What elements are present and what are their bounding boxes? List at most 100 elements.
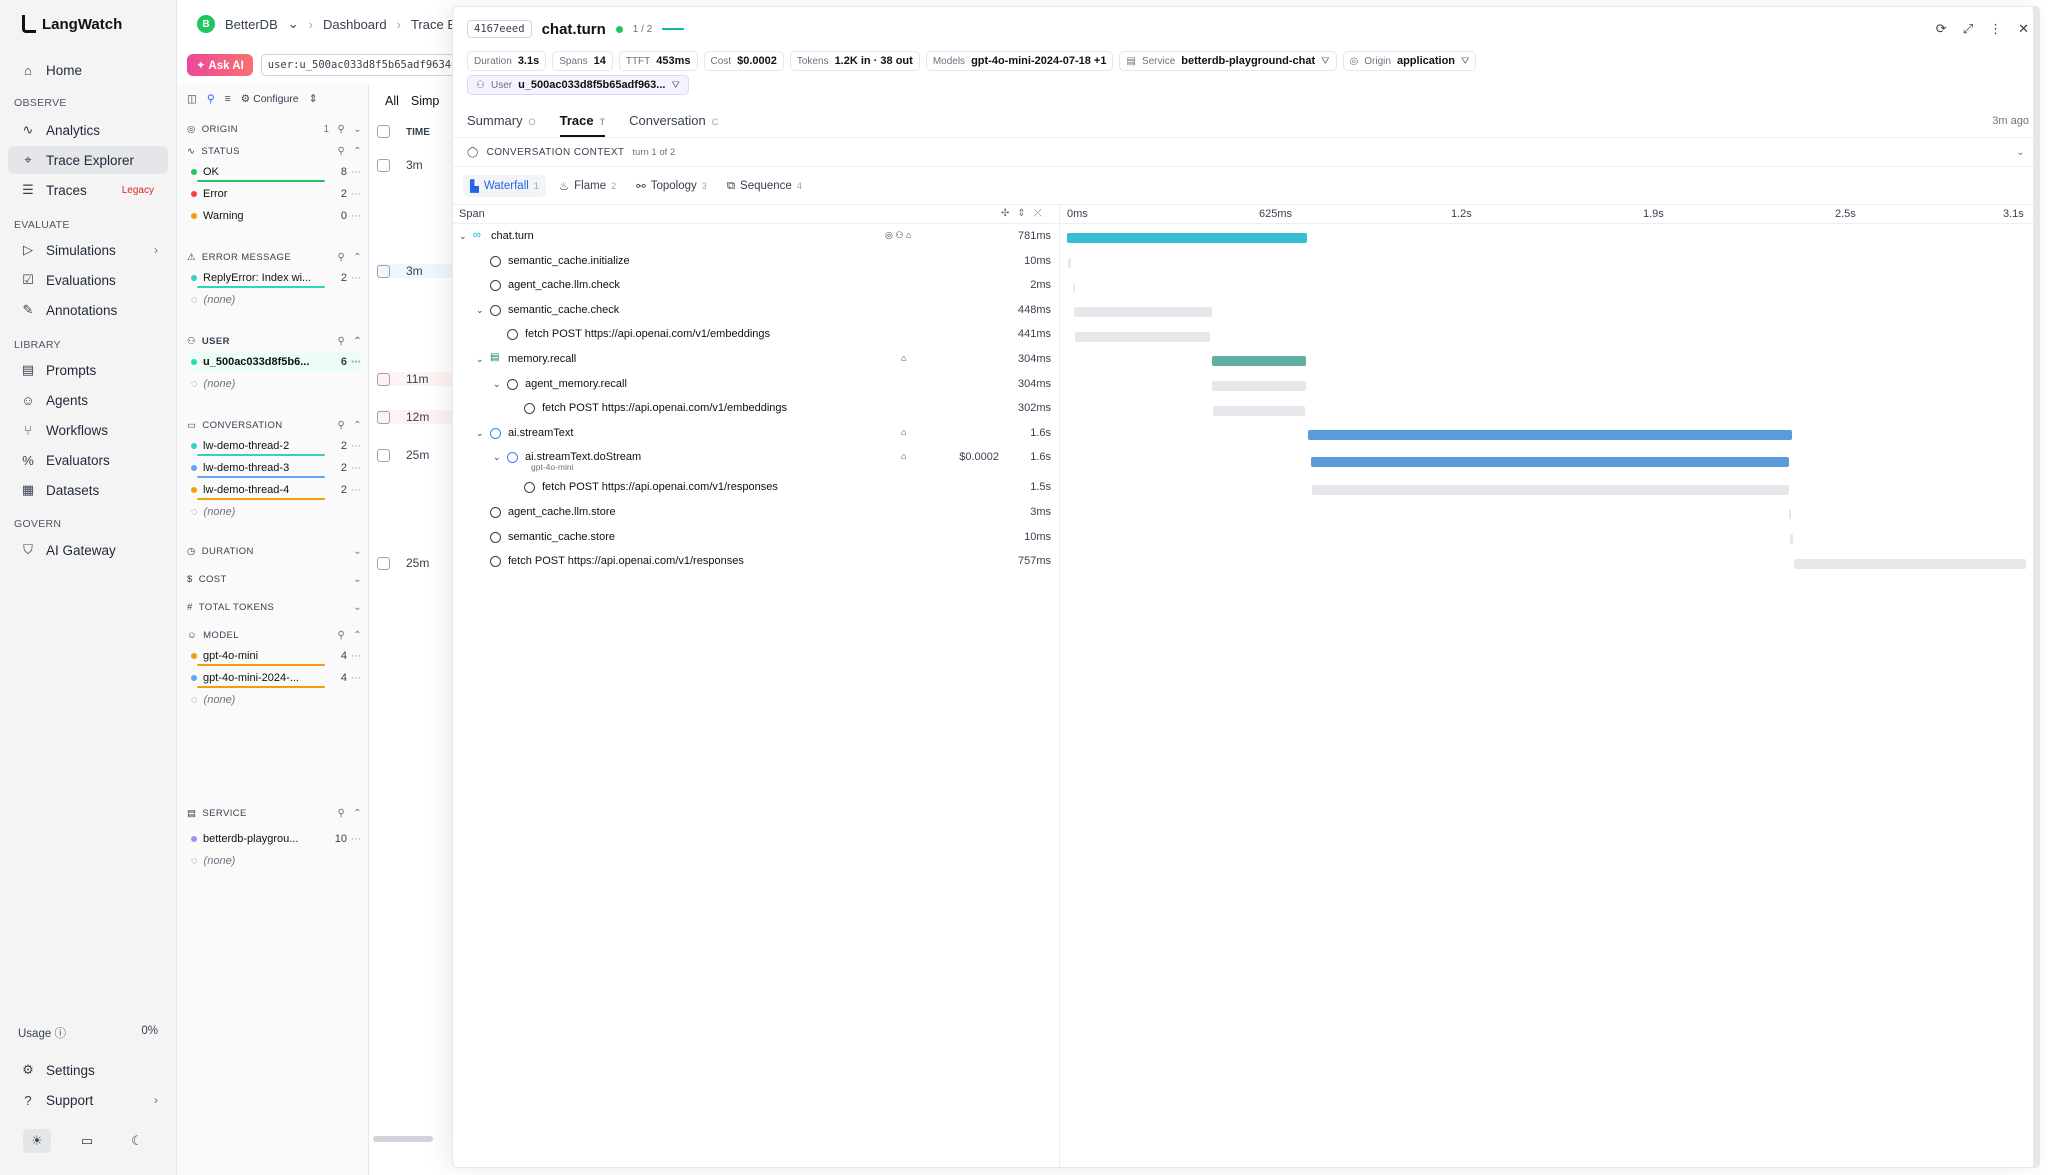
tab-trace[interactable]: Trace T: [559, 105, 606, 137]
span-row[interactable]: ⌄ ai.streamText ⌂ 1.6s: [453, 422, 1059, 446]
expand-all-icon[interactable]: ⇕: [1017, 208, 1025, 219]
span-row[interactable]: fetch POST https://api.openai.com/v1/emb…: [453, 397, 1059, 421]
chevron-down-icon[interactable]: ⌄: [493, 452, 501, 463]
facet-value-none[interactable]: ◌ (none): [191, 690, 361, 710]
chevron-down-icon[interactable]: ⌄: [353, 602, 362, 613]
more-icon[interactable]: ⋯: [351, 357, 361, 368]
metric-origin[interactable]: ◎ Origin application ⛛: [1342, 51, 1477, 71]
facet-cost[interactable]: $ COST ⌄: [187, 570, 362, 588]
row-checkbox[interactable]: [377, 265, 390, 279]
span-row[interactable]: fetch POST https://api.openai.com/v1/emb…: [453, 323, 1059, 347]
tab-summary[interactable]: Summary O: [467, 105, 536, 135]
moon-icon[interactable]: ☾: [123, 1129, 151, 1153]
span-row[interactable]: ⌄ ai.streamText.doStream gpt-4o-mini ⌂ $0.00…: [453, 446, 1059, 472]
chevron-up-icon[interactable]: ⌃: [353, 630, 362, 641]
row-checkbox[interactable]: [377, 411, 390, 425]
span-bar[interactable]: [1793, 558, 2027, 569]
table-row[interactable]: 25m: [377, 556, 457, 571]
facet-model[interactable]: ☺ MODEL ⚲ ⌃: [187, 626, 362, 644]
refresh-icon[interactable]: ⟳: [1936, 21, 1947, 37]
nav-simulations[interactable]: ▷ Simulations ›: [8, 236, 168, 264]
facet-value-service[interactable]: betterdb-playgrou... 10 ⋯: [191, 829, 361, 849]
more-icon[interactable]: ⋯: [351, 211, 361, 222]
facet-value-thread-3[interactable]: lw-demo-thread-3 2 ⋯: [191, 458, 361, 478]
span-row[interactable]: agent_cache.llm.check 2ms: [453, 274, 1059, 298]
facet-value-none[interactable]: ◌ (none): [191, 851, 361, 871]
chevron-down-icon[interactable]: ⌄: [493, 379, 501, 390]
span-bar[interactable]: [1074, 331, 1211, 342]
facet-conversation[interactable]: ▭ CONVERSATION ⚲ ⌃: [187, 416, 362, 434]
usage-meter[interactable]: Usage ⓘ 0%: [18, 1025, 158, 1041]
table-row[interactable]: 11m: [377, 372, 457, 387]
chevron-up-icon[interactable]: ⌃: [353, 808, 362, 819]
metric-service[interactable]: ▤ Service betterdb-playground-chat ⛛: [1119, 51, 1337, 71]
tab-flame[interactable]: ♨ Flame 2: [552, 175, 623, 197]
search-icon[interactable]: ⚲: [337, 420, 345, 431]
span-row[interactable]: fetch POST https://api.openai.com/v1/res…: [453, 476, 1059, 500]
more-icon[interactable]: ⋯: [351, 673, 361, 684]
filter-icon[interactable]: ⛛: [1321, 56, 1329, 67]
logo[interactable]: LangWatch: [22, 12, 122, 36]
facet-value-none[interactable]: ◌ (none): [191, 502, 361, 522]
pane-divider[interactable]: [1059, 204, 1060, 1167]
search-icon[interactable]: ⚲: [337, 124, 345, 135]
span-bar[interactable]: [1067, 233, 1307, 244]
span-row[interactable]: semantic_cache.initialize 10ms: [453, 250, 1059, 274]
table-row[interactable]: 25m: [377, 448, 457, 463]
chevron-up-icon[interactable]: ⌃: [353, 336, 362, 347]
facet-value-model-1[interactable]: gpt-4o-mini 4 ⋯: [191, 646, 361, 666]
span-bar[interactable]: [1067, 257, 1071, 268]
nav-datasets[interactable]: ▦ Datasets: [8, 476, 168, 504]
updown-icon[interactable]: ⇕: [309, 93, 318, 105]
project-selector[interactable]: BetterDB: [225, 17, 278, 32]
chevron-down-icon[interactable]: ⌄: [353, 124, 362, 135]
monitor-icon[interactable]: ▭: [73, 1129, 101, 1153]
more-icon[interactable]: ⋯: [351, 834, 361, 845]
ask-ai-button[interactable]: ✦ Ask AI: [187, 54, 253, 76]
search-icon[interactable]: ⚲: [337, 630, 345, 641]
span-bar[interactable]: [1212, 380, 1306, 391]
select-all-checkbox[interactable]: [377, 125, 390, 139]
nav-evaluations[interactable]: ☑ Evaluations: [8, 266, 168, 294]
chevron-down-icon[interactable]: ⌄: [288, 16, 299, 32]
vertical-scrollbar[interactable]: [2033, 7, 2039, 1167]
collapse-icon[interactable]: ✣: [1001, 208, 1009, 219]
search-icon[interactable]: ⚲: [337, 252, 345, 263]
tab-topology[interactable]: ⚯ Topology 3: [629, 175, 714, 197]
sun-icon[interactable]: ☀: [23, 1129, 51, 1153]
span-row[interactable]: ⌄ agent_memory.recall 304ms: [453, 373, 1059, 397]
facet-value-user[interactable]: u_500ac033d8f5b6... 6 ⋯: [191, 352, 361, 372]
search-query-input[interactable]: user:u_500ac033d8f5b65adf96346: [260, 54, 461, 76]
chevron-up-icon[interactable]: ⌃: [353, 146, 362, 157]
span-bar[interactable]: [1212, 356, 1306, 367]
more-vertical-icon[interactable]: ⋮: [1989, 21, 2002, 37]
nav-traces[interactable]: ☰ Traces Legacy: [8, 176, 168, 204]
nav-support[interactable]: ? Support ›: [8, 1086, 168, 1114]
nav-agents[interactable]: ☺ Agents: [8, 386, 168, 414]
chevron-down-icon[interactable]: ⌄: [476, 428, 484, 439]
chevron-down-icon[interactable]: ⌄: [476, 354, 484, 365]
tab-waterfall[interactable]: ▙ Waterfall 1: [463, 175, 546, 197]
facet-error-message[interactable]: ⚠ ERROR MESSAGE ⚲ ⌃: [187, 248, 362, 266]
span-row[interactable]: semantic_cache.store 10ms: [453, 526, 1059, 550]
nav-analytics[interactable]: ∿ Analytics: [8, 116, 168, 144]
chevron-down-icon[interactable]: ⌄: [2016, 147, 2025, 158]
filter-icon[interactable]: ⛛: [671, 80, 679, 91]
facet-origin[interactable]: ◎ ORIGIN 1 ⚲ ⌄: [187, 120, 362, 138]
more-icon[interactable]: ⋯: [351, 167, 361, 178]
nav-ai-gateway[interactable]: ⛉ AI Gateway: [8, 536, 168, 564]
nav-workflows[interactable]: ⑂ Workflows: [8, 416, 168, 444]
span-row[interactable]: agent_cache.llm.store 3ms: [453, 501, 1059, 525]
span-bar[interactable]: [1307, 430, 1793, 441]
table-row[interactable]: 3m: [377, 158, 457, 173]
span-bar[interactable]: [1212, 405, 1306, 416]
facet-value-error-message[interactable]: ReplyError: Index wi... 2 ⋯: [191, 268, 361, 288]
more-icon[interactable]: ⋯: [351, 485, 361, 496]
more-icon[interactable]: ⋯: [351, 463, 361, 474]
more-icon[interactable]: ⋯: [351, 441, 361, 452]
sort-icon[interactable]: ≡: [225, 93, 231, 105]
chevron-up-icon[interactable]: ⌃: [353, 252, 362, 263]
chevron-down-icon[interactable]: ⌄: [353, 574, 362, 585]
filter-icon[interactable]: ⛛: [1461, 56, 1469, 67]
tab-conversation[interactable]: Conversation C: [629, 105, 718, 135]
